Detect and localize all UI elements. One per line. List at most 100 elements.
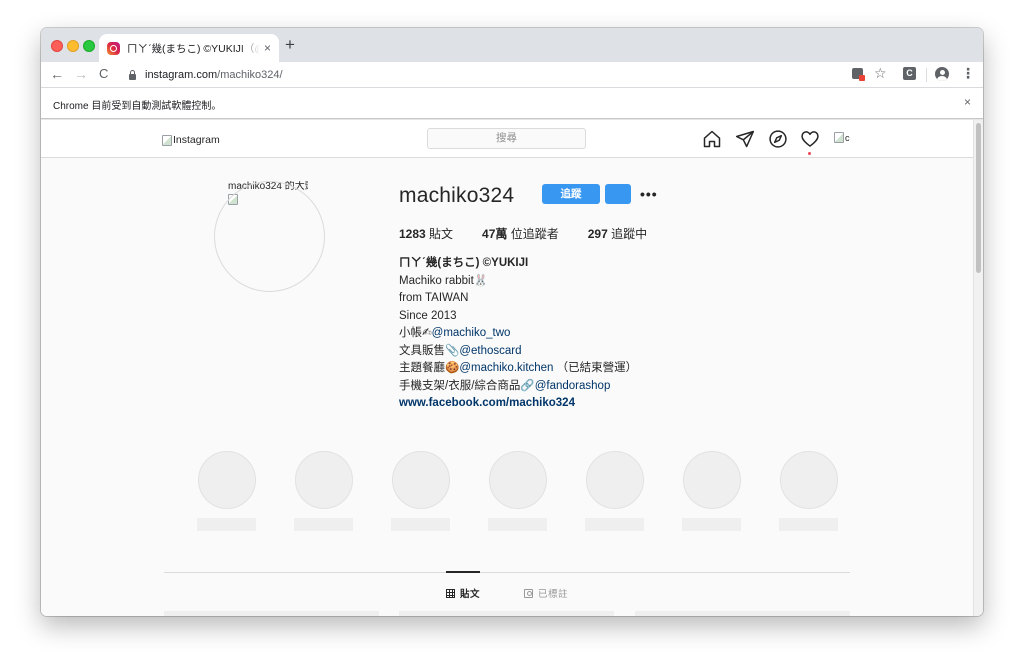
bio-line: from TAIWAN — [399, 292, 469, 304]
direct-icon[interactable] — [735, 129, 755, 149]
tabs-divider — [164, 572, 850, 573]
tab-close-icon[interactable]: × — [264, 41, 271, 55]
tab-strip: ㄇㄚˊ幾(まちこ) ©YUKIJI（@machiko324） × + — [41, 28, 983, 62]
forward-arrow-icon[interactable]: → — [74, 66, 88, 82]
posts-count: 1283 貼文 — [399, 225, 453, 242]
highlight-circle — [489, 451, 547, 509]
mention-link[interactable]: @machiko_two — [432, 327, 511, 339]
post-thumbnail[interactable] — [164, 611, 379, 616]
highlight-circle — [295, 451, 353, 509]
bio-text: 文具販售📎 — [399, 344, 460, 357]
highlight-placeholder[interactable] — [391, 451, 451, 531]
bio-line: 主題餐廳🍪@machiko.kitchen （已結束營運） — [399, 360, 637, 378]
notification-dot — [808, 152, 811, 155]
instagram-logo[interactable]: Instagram — [162, 134, 220, 146]
highlight-label-placeholder — [294, 518, 353, 531]
bio-text: 主題餐廳🍪 — [399, 362, 460, 374]
bio-line: 文具販售📎@ethoscard — [399, 343, 637, 361]
followers-count-value: 47萬 — [482, 227, 508, 241]
search-input[interactable]: 搜尋 — [427, 128, 586, 149]
highlight-circle — [780, 451, 838, 509]
highlight-circle — [198, 451, 256, 509]
toolbar-divider — [926, 68, 927, 82]
lock-icon — [129, 69, 136, 80]
back-arrow-icon[interactable]: ← — [50, 66, 64, 82]
page-viewport: Instagram 搜尋 c machiko324 的大頭貼照 — [41, 120, 973, 616]
url-path: /machiko324/ — [217, 69, 283, 81]
kebab-menu-icon[interactable]: ⋮ — [961, 65, 975, 81]
home-icon[interactable] — [702, 129, 722, 149]
bio-website-link[interactable]: www.facebook.com/machiko324 — [399, 395, 637, 413]
follow-button[interactable]: 追蹤 — [542, 184, 600, 204]
followers-count[interactable]: 47萬 位追蹤者 — [482, 225, 559, 242]
scrollbar-thumb[interactable] — [976, 123, 981, 273]
bio-text: 小帳✍ — [399, 327, 432, 339]
browser-toolbar: ← → C instagram.com/machiko324/ ☆ C ⋮ — [41, 62, 983, 88]
reload-icon[interactable]: C — [99, 66, 108, 82]
close-window-button[interactable] — [51, 40, 63, 52]
bio-line: Since 2013 — [399, 309, 457, 322]
translate-blocked-icon[interactable] — [852, 68, 865, 81]
bio-text: 手機支架/衣服/綜合商品🔗 — [399, 379, 535, 392]
maximize-window-button[interactable] — [83, 40, 95, 52]
profile-account-icon[interactable] — [935, 67, 949, 81]
grid-icon — [446, 588, 455, 598]
mention-link[interactable]: @machiko.kitchen — [459, 362, 553, 374]
followers-count-label: 位追蹤者 — [507, 227, 559, 241]
tab-posts-label: 貼文 — [460, 589, 481, 600]
activity-icon[interactable] — [800, 129, 820, 149]
minimize-window-button[interactable] — [67, 40, 79, 52]
mention-link[interactable]: @fandorashop — [535, 380, 611, 392]
post-thumbnail[interactable] — [399, 611, 614, 616]
url-host: instagram.com — [145, 69, 218, 81]
bookmark-star-icon[interactable]: ☆ — [874, 65, 887, 81]
infobar-message: Chrome 目前受到自動測試軟體控制。 — [53, 101, 222, 112]
active-tab-indicator — [446, 571, 480, 573]
highlight-label-placeholder — [197, 518, 256, 531]
broken-image-icon — [162, 134, 172, 146]
automation-infobar: Chrome 目前受到自動測試軟體控制。 × — [41, 88, 983, 119]
mention-link[interactable]: @ethoscard — [459, 345, 521, 357]
url-text[interactable]: instagram.com/machiko324/ — [145, 69, 283, 81]
highlight-placeholder[interactable] — [488, 451, 548, 531]
highlight-label-placeholder — [682, 518, 741, 531]
highlight-placeholder[interactable] — [779, 451, 839, 531]
following-count-value: 297 — [587, 227, 608, 241]
posts-count-value: 1283 — [399, 227, 426, 241]
more-options-button[interactable]: ••• — [640, 186, 658, 202]
highlight-placeholder[interactable] — [197, 451, 257, 531]
new-tab-button[interactable]: + — [285, 36, 295, 54]
profile-username: machiko324 — [399, 184, 515, 207]
profile-stats: 1283 貼文 47萬 位追蹤者 297 追蹤中 — [399, 225, 676, 242]
highlight-label-placeholder — [779, 518, 838, 531]
logo-alt-text: Instagram — [173, 134, 220, 146]
highlight-placeholder[interactable] — [585, 451, 645, 531]
extension-c-icon[interactable]: C — [903, 67, 916, 80]
highlight-placeholder[interactable] — [294, 451, 354, 531]
browser-window: ㄇㄚˊ幾(まちこ) ©YUKIJI（@machiko324） × + ← → C… — [41, 28, 983, 616]
profile-picture[interactable] — [214, 181, 325, 292]
highlight-label-placeholder — [391, 518, 450, 531]
bio-line: 手機支架/衣服/綜合商品🔗@fandorashop — [399, 378, 637, 396]
instagram-favicon-icon — [107, 41, 120, 55]
instagram-navbar: Instagram 搜尋 c — [41, 120, 973, 158]
nav-profile-avatar[interactable]: c — [834, 132, 850, 143]
highlight-circle — [586, 451, 644, 509]
bio-text: （已結束營運） — [553, 362, 638, 374]
following-count[interactable]: 297 追蹤中 — [588, 225, 647, 242]
highlight-label-placeholder — [488, 518, 547, 531]
address-bar[interactable]: instagram.com/machiko324/ — [123, 65, 883, 85]
suggested-dropdown-button[interactable] — [605, 184, 631, 204]
tab-tagged[interactable]: 已標註 — [524, 586, 568, 600]
highlight-placeholder[interactable] — [682, 451, 742, 531]
browser-tab[interactable]: ㄇㄚˊ幾(まちこ) ©YUKIJI（@machiko324） × — [99, 34, 279, 62]
explore-icon[interactable] — [768, 129, 788, 149]
tab-tagged-label: 已標註 — [538, 589, 569, 600]
profile-bio: ㄇㄚˊ幾(まちこ) ©YUKIJI Machiko rabbit🐰 from T… — [399, 255, 637, 413]
tab-posts[interactable]: 貼文 — [446, 586, 480, 600]
infobar-close-icon[interactable]: × — [964, 95, 971, 109]
bio-full-name: ㄇㄚˊ幾(まちこ) ©YUKIJI — [399, 257, 529, 269]
following-count-label: 追蹤中 — [607, 227, 648, 241]
page-scrollbar[interactable] — [973, 120, 983, 616]
post-thumbnail[interactable] — [635, 611, 850, 616]
